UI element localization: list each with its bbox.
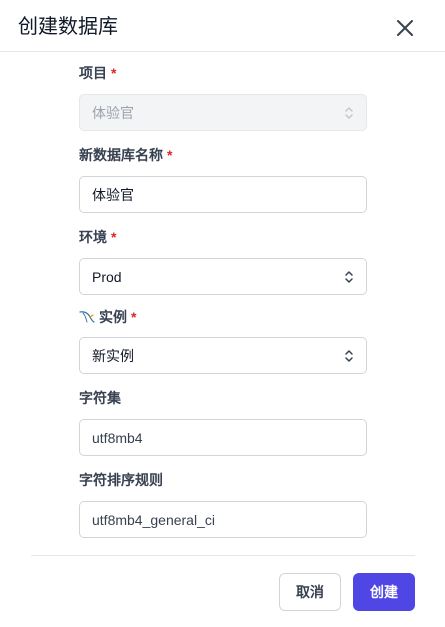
collation-field: 字符排序规则 utf8mb4_general_ci <box>79 471 367 538</box>
collation-label: 字符排序规则 <box>79 472 163 488</box>
environment-select-value: Prod <box>92 268 122 285</box>
db-name-input-value: 体验官 <box>92 186 134 203</box>
instance-label: 实例 <box>99 309 127 325</box>
close-icon[interactable] <box>395 18 415 38</box>
instance-select[interactable]: 新实例 <box>79 337 367 374</box>
chevron-up-down-icon <box>343 105 355 121</box>
collation-input-value: utf8mb4_general_ci <box>92 511 215 528</box>
project-select-value: 体验官 <box>92 104 134 121</box>
mysql-dolphin-icon <box>79 310 95 324</box>
required-mark: * <box>111 229 117 245</box>
chevron-up-down-icon <box>343 348 355 364</box>
cancel-button[interactable]: 取消 <box>279 573 341 611</box>
chevron-up-down-icon <box>343 269 355 285</box>
db-name-input[interactable]: 体验官 <box>79 176 367 213</box>
db-name-label: 新数据库名称 <box>79 147 163 163</box>
dialog-title: 创建数据库 <box>18 16 118 38</box>
charset-label: 字符集 <box>79 390 121 406</box>
environment-label: 环境 <box>79 229 107 245</box>
instance-select-value: 新实例 <box>92 347 134 364</box>
environment-select[interactable]: Prod <box>79 258 367 295</box>
db-name-field: 新数据库名称 * 体验官 <box>79 146 367 213</box>
required-mark: * <box>111 65 117 81</box>
create-database-dialog: 创建数据库 项目 * 体验官 新数据库名称 * 体验官 环境 * Prod 实例… <box>0 0 445 627</box>
create-button[interactable]: 创建 <box>353 573 415 611</box>
footer-divider <box>31 555 415 556</box>
required-mark: * <box>167 147 173 163</box>
environment-field: 环境 * Prod <box>79 228 367 295</box>
dialog-header: 创建数据库 <box>0 0 445 52</box>
instance-field: 实例 * 新实例 <box>79 308 367 374</box>
project-select[interactable]: 体验官 <box>79 94 367 131</box>
project-field: 项目 * 体验官 <box>79 64 367 131</box>
collation-input[interactable]: utf8mb4_general_ci <box>79 501 367 538</box>
project-label: 项目 <box>79 65 107 81</box>
charset-field: 字符集 utf8mb4 <box>79 389 367 456</box>
required-mark: * <box>131 309 137 325</box>
charset-input[interactable]: utf8mb4 <box>79 419 367 456</box>
charset-input-value: utf8mb4 <box>92 429 143 446</box>
